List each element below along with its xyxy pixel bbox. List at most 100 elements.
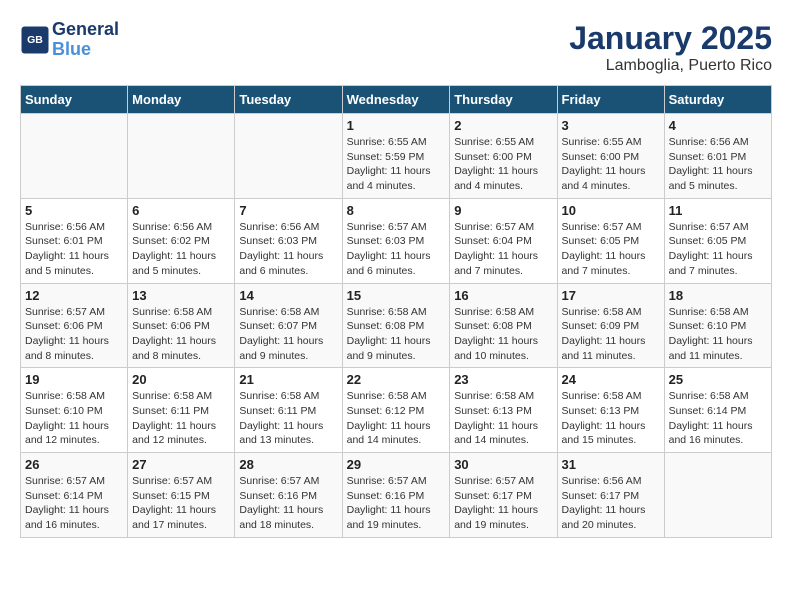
calendar-day-21: 21 Sunrise: 6:58 AMSunset: 6:11 PMDayligh… [235,368,342,453]
calendar-day-13: 13 Sunrise: 6:58 AMSunset: 6:06 PMDayligh… [128,283,235,368]
day-info: Sunrise: 6:57 AMSunset: 6:16 PMDaylight:… [347,474,446,533]
day-number: 1 [347,118,446,133]
day-info: Sunrise: 6:56 AMSunset: 6:01 PMDaylight:… [669,135,767,194]
page-header: GB General Blue January 2025 Lamboglia, … [20,20,772,75]
calendar-subtitle: Lamboglia, Puerto Rico [569,57,772,75]
weekday-header-saturday: Saturday [664,86,771,114]
day-info: Sunrise: 6:58 AMSunset: 6:07 PMDaylight:… [239,305,337,364]
day-number: 13 [132,288,230,303]
day-info: Sunrise: 6:55 AMSunset: 5:59 PMDaylight:… [347,135,446,194]
day-info: Sunrise: 6:58 AMSunset: 6:10 PMDaylight:… [669,305,767,364]
day-info: Sunrise: 6:57 AMSunset: 6:04 PMDaylight:… [454,220,552,279]
day-number: 16 [454,288,552,303]
day-number: 17 [562,288,660,303]
day-info: Sunrise: 6:55 AMSunset: 6:00 PMDaylight:… [562,135,660,194]
day-info: Sunrise: 6:57 AMSunset: 6:14 PMDaylight:… [25,474,123,533]
calendar-day-empty [235,114,342,199]
calendar-table: SundayMondayTuesdayWednesdayThursdayFrid… [20,85,772,538]
day-number: 12 [25,288,123,303]
day-number: 18 [669,288,767,303]
weekday-header-friday: Friday [557,86,664,114]
calendar-day-26: 26 Sunrise: 6:57 AMSunset: 6:14 PMDayligh… [21,453,128,538]
weekday-header-wednesday: Wednesday [342,86,450,114]
calendar-day-16: 16 Sunrise: 6:58 AMSunset: 6:08 PMDayligh… [450,283,557,368]
day-number: 29 [347,457,446,472]
logo-general: General [52,20,119,40]
day-info: Sunrise: 6:56 AMSunset: 6:02 PMDaylight:… [132,220,230,279]
calendar-day-14: 14 Sunrise: 6:58 AMSunset: 6:07 PMDayligh… [235,283,342,368]
day-number: 21 [239,372,337,387]
day-number: 20 [132,372,230,387]
day-info: Sunrise: 6:58 AMSunset: 6:06 PMDaylight:… [132,305,230,364]
day-number: 8 [347,203,446,218]
calendar-day-29: 29 Sunrise: 6:57 AMSunset: 6:16 PMDayligh… [342,453,450,538]
day-info: Sunrise: 6:58 AMSunset: 6:08 PMDaylight:… [454,305,552,364]
day-number: 24 [562,372,660,387]
day-number: 23 [454,372,552,387]
day-info: Sunrise: 6:55 AMSunset: 6:00 PMDaylight:… [454,135,552,194]
day-info: Sunrise: 6:58 AMSunset: 6:08 PMDaylight:… [347,305,446,364]
day-number: 6 [132,203,230,218]
calendar-day-6: 6 Sunrise: 6:56 AMSunset: 6:02 PMDaylight… [128,198,235,283]
calendar-day-31: 31Sunrise: 6:56 AMSunset: 6:17 PMDayligh… [557,453,664,538]
calendar-day-12: 12Sunrise: 6:57 AMSunset: 6:06 PMDayligh… [21,283,128,368]
day-info: Sunrise: 6:56 AMSunset: 6:01 PMDaylight:… [25,220,123,279]
day-number: 7 [239,203,337,218]
calendar-day-20: 20 Sunrise: 6:58 AMSunset: 6:11 PMDayligh… [128,368,235,453]
day-info: Sunrise: 6:58 AMSunset: 6:14 PMDaylight:… [669,389,767,448]
logo: GB General Blue [20,20,119,60]
day-number: 11 [669,203,767,218]
day-number: 28 [239,457,337,472]
day-info: Sunrise: 6:56 AMSunset: 6:03 PMDaylight:… [239,220,337,279]
calendar-day-empty [664,453,771,538]
day-number: 2 [454,118,552,133]
calendar-week-row: 19 Sunrise: 6:58 AMSunset: 6:10 PMDayligh… [21,368,772,453]
logo-blue: Blue [52,40,119,60]
calendar-day-28: 28Sunrise: 6:57 AMSunset: 6:16 PMDayligh… [235,453,342,538]
day-info: Sunrise: 6:58 AMSunset: 6:12 PMDaylight:… [347,389,446,448]
weekday-header-monday: Monday [128,86,235,114]
calendar-day-empty [21,114,128,199]
calendar-body: 1 Sunrise: 6:55 AMSunset: 5:59 PMDaylight… [21,114,772,538]
day-info: Sunrise: 6:56 AMSunset: 6:17 PMDaylight:… [562,474,660,533]
day-info: Sunrise: 6:58 AMSunset: 6:13 PMDaylight:… [454,389,552,448]
calendar-week-row: 12Sunrise: 6:57 AMSunset: 6:06 PMDayligh… [21,283,772,368]
calendar-day-2: 2 Sunrise: 6:55 AMSunset: 6:00 PMDaylight… [450,114,557,199]
day-info: Sunrise: 6:57 AMSunset: 6:05 PMDaylight:… [562,220,660,279]
weekday-header-sunday: Sunday [21,86,128,114]
day-number: 19 [25,372,123,387]
logo-icon: GB [20,25,50,55]
weekday-header-tuesday: Tuesday [235,86,342,114]
calendar-day-11: 11 Sunrise: 6:57 AMSunset: 6:05 PMDayligh… [664,198,771,283]
weekday-header-row: SundayMondayTuesdayWednesdayThursdayFrid… [21,86,772,114]
day-info: Sunrise: 6:57 AMSunset: 6:05 PMDaylight:… [669,220,767,279]
day-number: 30 [454,457,552,472]
calendar-day-22: 22 Sunrise: 6:58 AMSunset: 6:12 PMDayligh… [342,368,450,453]
day-number: 4 [669,118,767,133]
calendar-header: SundayMondayTuesdayWednesdayThursdayFrid… [21,86,772,114]
calendar-day-23: 23 Sunrise: 6:58 AMSunset: 6:13 PMDayligh… [450,368,557,453]
day-number: 27 [132,457,230,472]
calendar-day-10: 10Sunrise: 6:57 AMSunset: 6:05 PMDayligh… [557,198,664,283]
calendar-day-17: 17 Sunrise: 6:58 AMSunset: 6:09 PMDayligh… [557,283,664,368]
day-info: Sunrise: 6:58 AMSunset: 6:10 PMDaylight:… [25,389,123,448]
svg-text:GB: GB [27,34,43,46]
calendar-week-row: 5 Sunrise: 6:56 AMSunset: 6:01 PMDaylight… [21,198,772,283]
title-block: January 2025 Lamboglia, Puerto Rico [569,20,772,75]
calendar-day-27: 27Sunrise: 6:57 AMSunset: 6:15 PMDayligh… [128,453,235,538]
day-number: 5 [25,203,123,218]
calendar-day-8: 8Sunrise: 6:57 AMSunset: 6:03 PMDaylight… [342,198,450,283]
calendar-title: January 2025 [569,20,772,57]
day-number: 22 [347,372,446,387]
day-info: Sunrise: 6:58 AMSunset: 6:09 PMDaylight:… [562,305,660,364]
day-number: 14 [239,288,337,303]
calendar-day-empty [128,114,235,199]
calendar-day-4: 4 Sunrise: 6:56 AMSunset: 6:01 PMDaylight… [664,114,771,199]
day-info: Sunrise: 6:58 AMSunset: 6:11 PMDaylight:… [239,389,337,448]
day-number: 3 [562,118,660,133]
day-info: Sunrise: 6:58 AMSunset: 6:11 PMDaylight:… [132,389,230,448]
calendar-week-row: 26 Sunrise: 6:57 AMSunset: 6:14 PMDayligh… [21,453,772,538]
day-number: 26 [25,457,123,472]
calendar-day-9: 9Sunrise: 6:57 AMSunset: 6:04 PMDaylight… [450,198,557,283]
day-info: Sunrise: 6:57 AMSunset: 6:17 PMDaylight:… [454,474,552,533]
